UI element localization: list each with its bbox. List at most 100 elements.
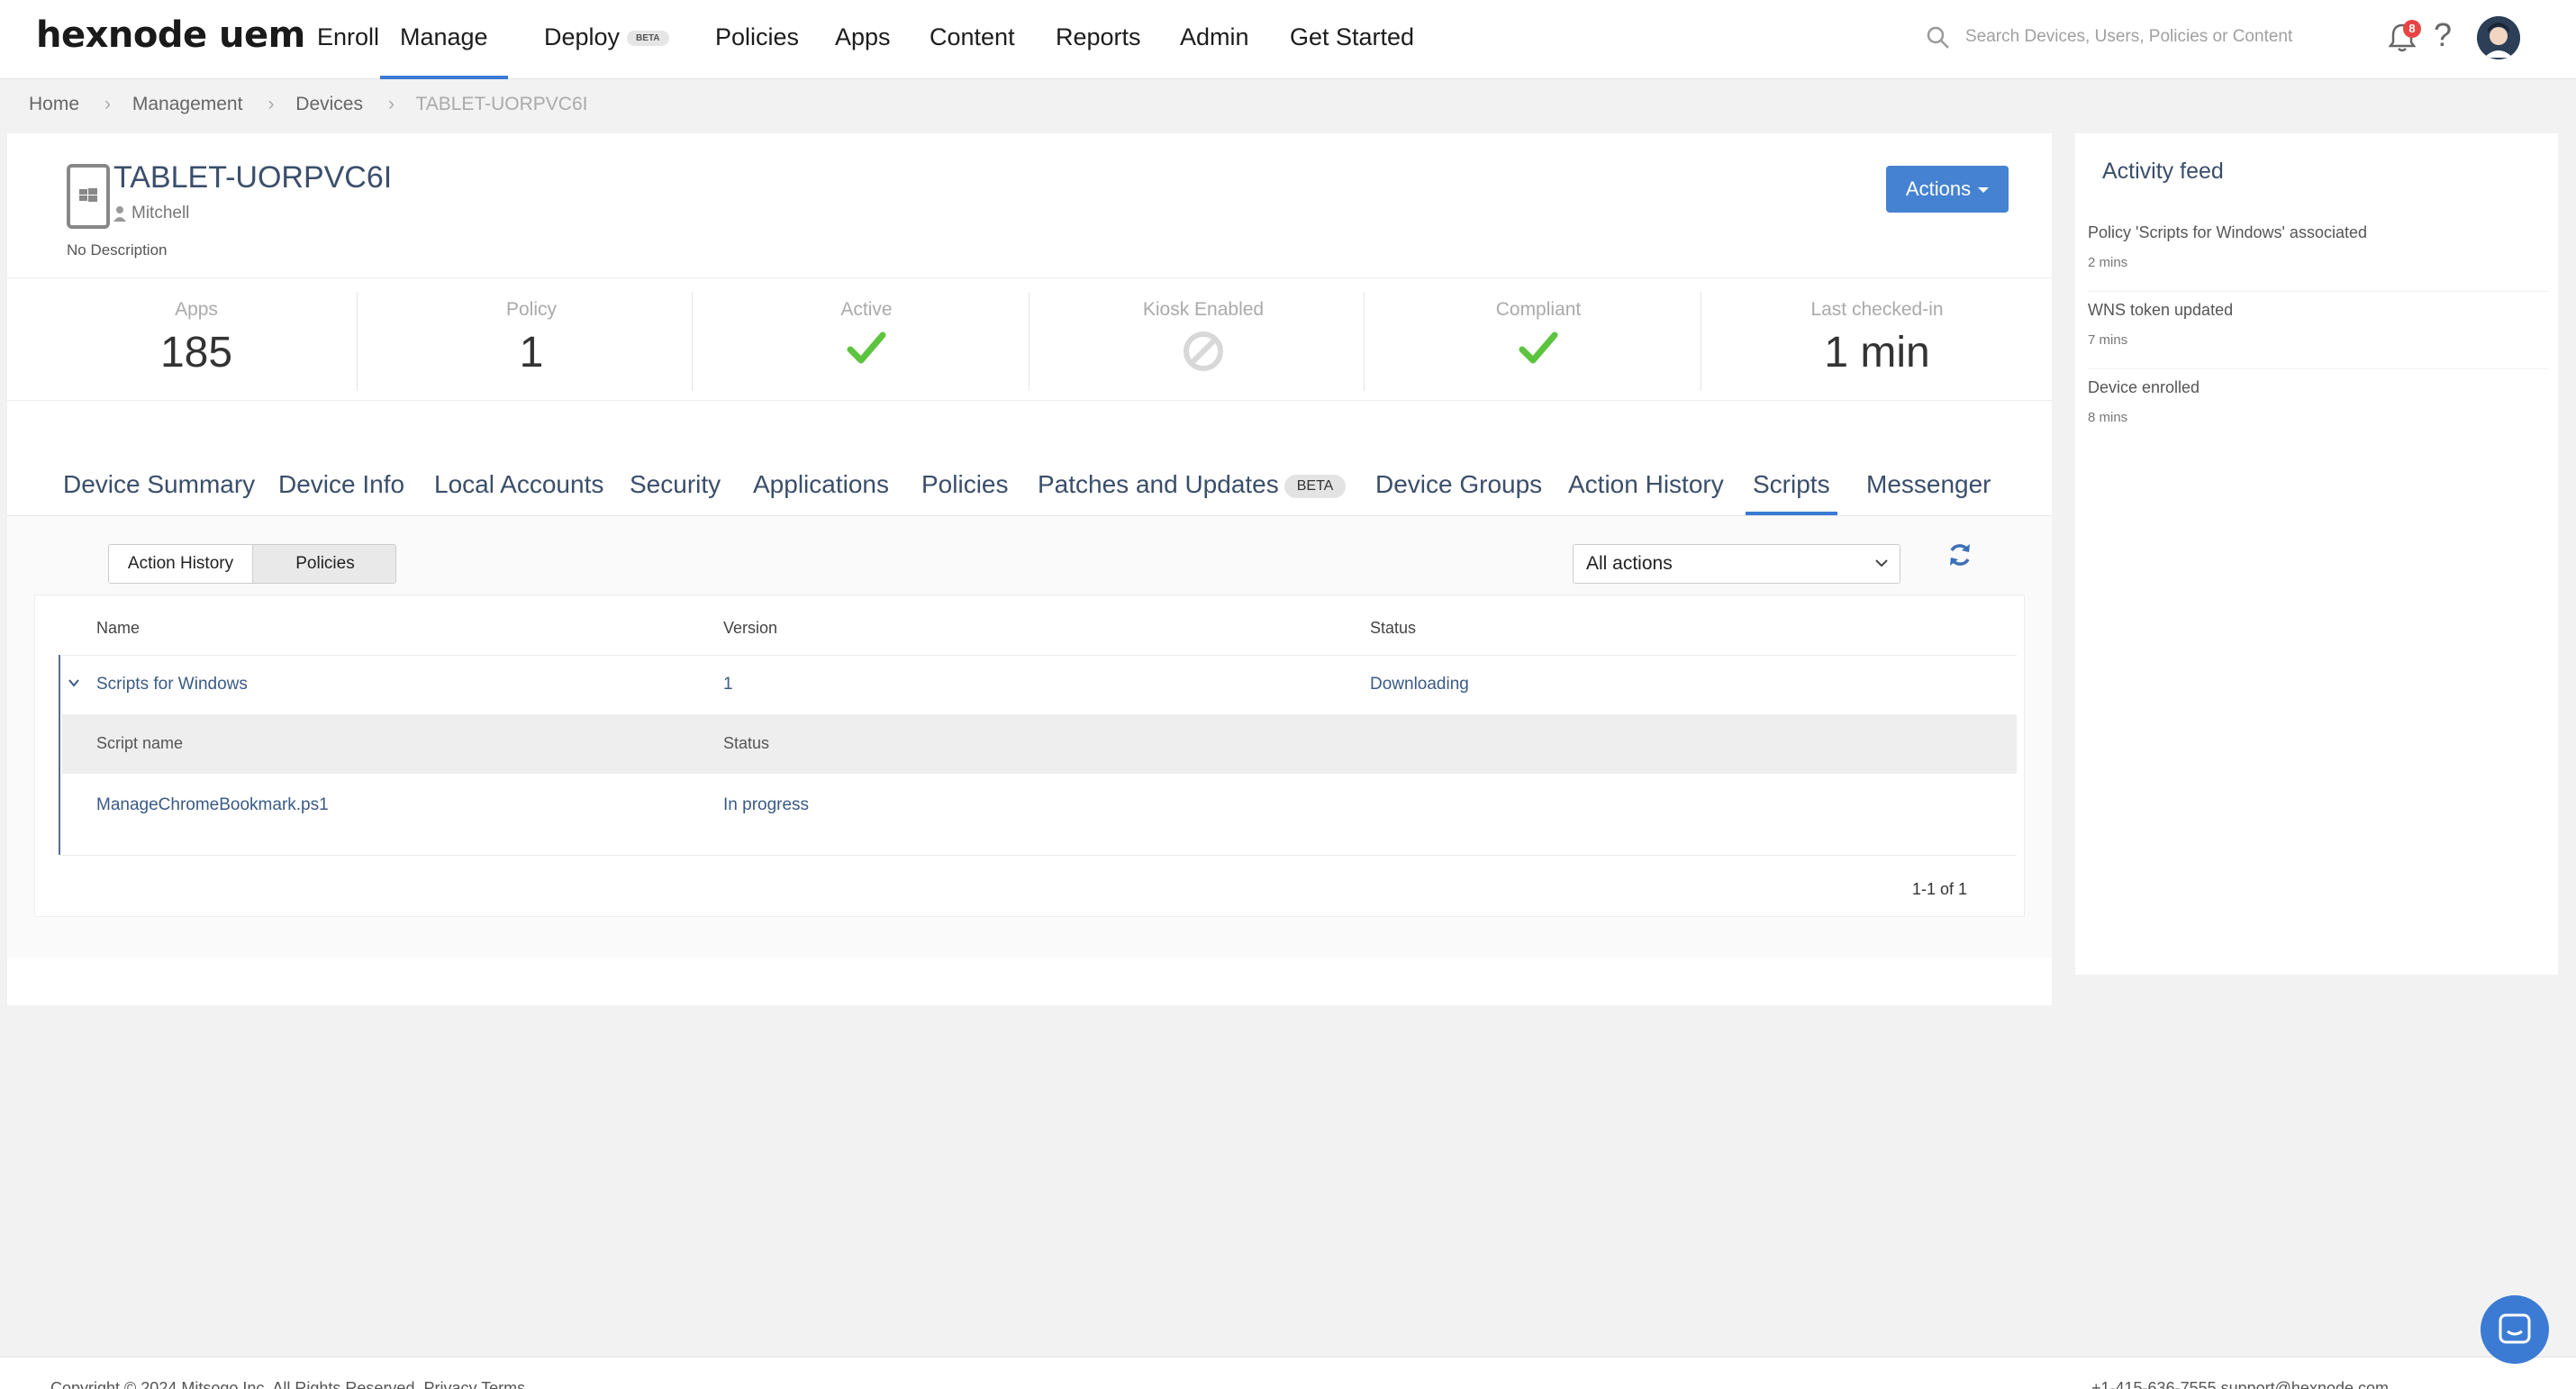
tab-device-groups[interactable]: Device Groups (1375, 470, 1542, 515)
windows-logo-icon (79, 188, 97, 202)
feed-item-time: 7 mins (2088, 332, 2128, 348)
chevron-right-icon: › (104, 94, 112, 114)
device-user[interactable]: Mitchell (132, 204, 189, 223)
tab-messenger[interactable]: Messenger (1866, 470, 1991, 515)
nav-deploy-label: Deploy (544, 23, 621, 50)
user-avatar-icon (2477, 16, 2520, 59)
divider (7, 400, 2052, 401)
sub-table-header (62, 714, 2017, 774)
stat-label: Compliant (1495, 299, 1582, 320)
stat-policy[interactable]: Policy 1 (364, 292, 699, 391)
tab-device-info[interactable]: Device Info (278, 470, 404, 515)
nav-apps[interactable]: Apps (835, 23, 891, 51)
feed-item: Policy 'Scripts for Windows' associated … (2088, 223, 2547, 292)
hexnode-logo[interactable]: hexnode uem (36, 14, 305, 56)
breadcrumb-home[interactable]: Home (29, 94, 79, 114)
tab-applications[interactable]: Applications (753, 470, 889, 515)
user-icon (113, 206, 126, 222)
actions-filter-select[interactable]: All actions (1573, 544, 1900, 584)
policy-status: Downloading (1370, 675, 1469, 694)
help-icon[interactable]: ? (2434, 16, 2452, 54)
footer-copyright: Copyright © 2024 Mitsogo Inc. All Rights… (50, 1379, 526, 1389)
tab-label: Patches and Updates (1038, 470, 1279, 498)
stat-compliant: Compliant (1371, 292, 1706, 391)
check-icon (847, 331, 886, 364)
device-detail-panel: TABLET-UORPVC6I Mitchell No Description … (7, 133, 2052, 1005)
nav-enroll[interactable]: Enroll (317, 23, 379, 51)
toggle-action-history[interactable]: Action History (109, 545, 253, 583)
policy-name-link[interactable]: Scripts for Windows (96, 675, 248, 694)
feed-item: WNS token updated 7 mins (2088, 301, 2547, 369)
caret-down-icon (1978, 187, 1990, 194)
scripts-table: Name Version Status Scripts for Windows … (34, 595, 2025, 917)
feed-item-time: 8 mins (2088, 410, 2128, 425)
stat-label: Apps (175, 299, 218, 320)
stat-last-checked-in: Last checked-in 1 min (1710, 292, 2045, 391)
refresh-icon[interactable] (1946, 540, 1974, 569)
nav-deploy[interactable]: Deploy BETA (544, 23, 669, 51)
footer-contact: +1-415-636-7555 support@hexnode.com (2091, 1379, 2389, 1389)
pagination-info: 1-1 of 1 (1912, 880, 1968, 898)
feed-item-text: Device enrolled (2088, 378, 2200, 396)
breadcrumb-current: TABLET-UORPVC6I (415, 94, 588, 114)
script-name-link[interactable]: ManageChromeBookmark.ps1 (96, 795, 329, 815)
tab-policies[interactable]: Policies (921, 470, 1008, 515)
stat-apps[interactable]: Apps 185 (29, 292, 364, 391)
activity-feed-title: Activity feed (2102, 159, 2224, 184)
stat-active: Active (699, 292, 1034, 391)
script-status: In progress (723, 795, 810, 814)
tab-local-accounts[interactable]: Local Accounts (434, 470, 603, 515)
column-header-status[interactable]: Status (1370, 619, 1416, 638)
tab-scripts[interactable]: Scripts (1746, 470, 1837, 515)
nav-manage-label: Manage (400, 23, 488, 50)
divider (7, 277, 2052, 278)
tab-security[interactable]: Security (630, 470, 721, 515)
breadcrumb-management[interactable]: Management (132, 94, 243, 114)
disabled-icon (1184, 331, 1223, 371)
nav-get-started[interactable]: Get Started (1290, 23, 1414, 51)
actions-button[interactable]: Actions (1886, 166, 2009, 213)
divider (62, 655, 2017, 656)
nav-policies[interactable]: Policies (715, 23, 799, 51)
chevron-right-icon: › (268, 94, 275, 114)
column-header-script-status: Status (723, 734, 770, 752)
feed-item-text: Policy 'Scripts for Windows' associated (2088, 223, 2367, 241)
column-header-version[interactable]: Version (723, 619, 777, 638)
column-header-script-name: Script name (96, 734, 184, 752)
stat-kiosk: Kiosk Enabled (1036, 292, 1371, 391)
column-header-name[interactable]: Name (96, 619, 140, 638)
stat-label: Active (840, 299, 893, 320)
chat-widget-button[interactable] (2481, 1295, 2549, 1364)
activity-feed-panel: Activity feed Policy 'Scripts for Window… (2075, 133, 2558, 975)
beta-badge: BETA (1283, 474, 1347, 498)
select-value: All actions (1586, 553, 1673, 574)
nav-reports[interactable]: Reports (1056, 23, 1141, 51)
toggle-policies[interactable]: Policies (253, 545, 395, 583)
tab-patches-and-updates[interactable]: Patches and Updates BETA (1038, 470, 1347, 515)
device-description: No Description (67, 241, 168, 259)
view-toggle: Action History Policies (108, 544, 396, 584)
feed-item-time: 2 mins (2088, 255, 2128, 270)
feed-item-text: WNS token updated (2088, 301, 2234, 319)
divider (62, 855, 2017, 856)
avatar[interactable] (2477, 16, 2520, 59)
breadcrumb: Home › Management › Devices › TABLET-UORPVC… (29, 94, 596, 115)
check-icon (1519, 331, 1558, 364)
tab-device-summary[interactable]: Device Summary (63, 470, 255, 515)
stat-label: Policy (505, 299, 558, 320)
stat-value: 185 (159, 329, 233, 377)
nav-content[interactable]: Content (930, 23, 1015, 51)
nav-admin[interactable]: Admin (1180, 23, 1249, 51)
stat-label: Kiosk Enabled (1142, 299, 1265, 320)
divider (1364, 292, 1365, 391)
actions-label: Actions (1905, 177, 1972, 200)
chevron-down-icon[interactable] (68, 676, 80, 689)
feed-item: Device enrolled 8 mins (2088, 378, 2547, 447)
search-icon[interactable] (1926, 25, 1951, 50)
chevron-right-icon: › (388, 94, 395, 114)
tab-action-history[interactable]: Action History (1568, 470, 1724, 515)
breadcrumb-devices[interactable]: Devices (295, 94, 363, 114)
search-input[interactable]: Search Devices, Users, Policies or Conte… (1965, 27, 2292, 47)
beta-badge: BETA (627, 31, 669, 47)
nav-manage[interactable]: Manage (380, 23, 508, 79)
